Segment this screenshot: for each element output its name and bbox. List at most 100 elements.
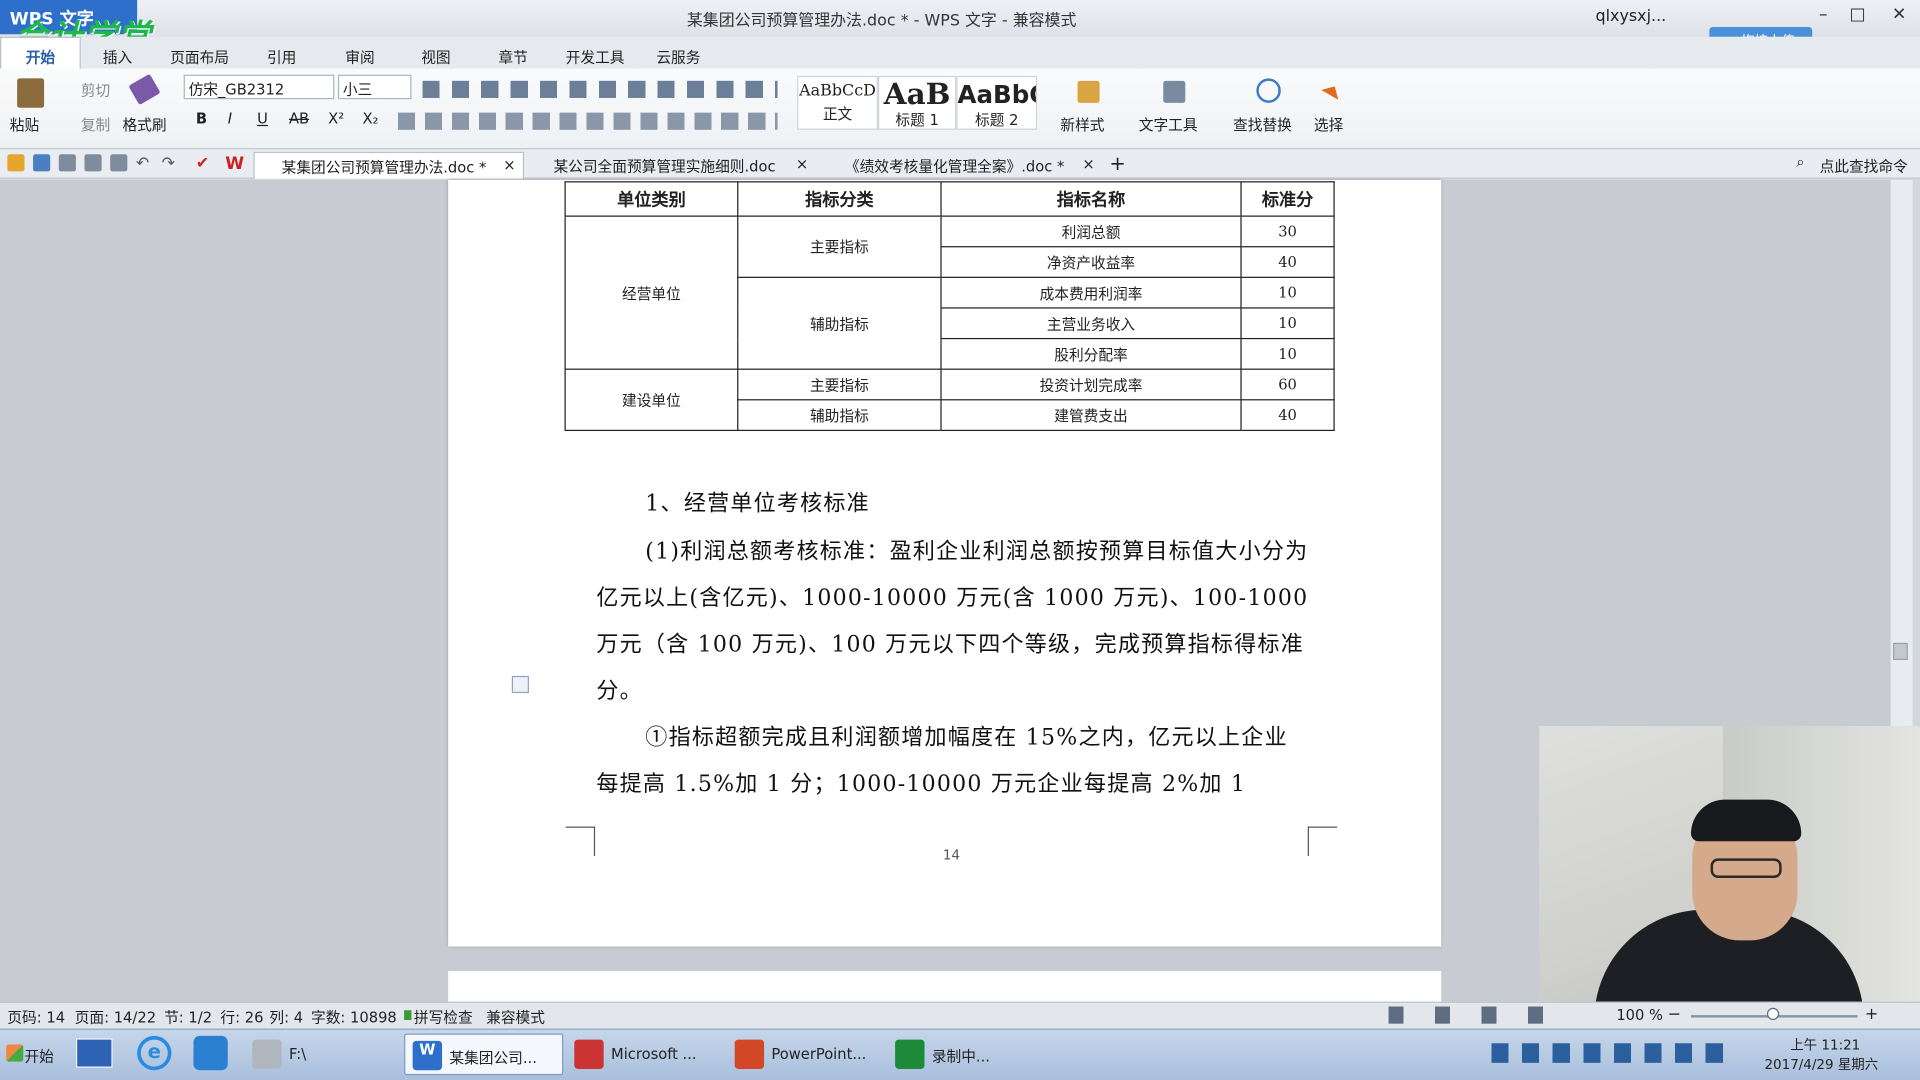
italic-button[interactable]: I <box>228 110 232 127</box>
close-tab-icon[interactable]: × <box>1082 156 1094 173</box>
open-icon[interactable] <box>7 154 25 172</box>
table-cell: 建设单位 <box>564 368 739 432</box>
zoom-out-icon[interactable]: − <box>1668 1005 1681 1023</box>
start-button[interactable]: 开始 <box>2 1033 58 1075</box>
text-tools-button[interactable]: 文字工具 <box>1139 114 1198 135</box>
redo-icon[interactable]: ↷ <box>162 154 179 172</box>
check-icon[interactable]: ✔ <box>196 154 213 172</box>
text-tools-icon[interactable] <box>1163 80 1186 103</box>
doc-tab-2[interactable]: 某公司全面预算管理实施细则.doc × <box>527 152 816 179</box>
recorder-icon <box>895 1039 925 1069</box>
doc-tab-1[interactable]: 某集团公司预算管理办法.doc * × <box>253 151 525 179</box>
doc-tab-3[interactable]: 《绩效考核量化管理全案》.doc * × <box>818 152 1102 179</box>
font-size-select[interactable]: 小三 <box>337 74 412 100</box>
drive-icon <box>252 1039 282 1069</box>
close-icon[interactable]: ✕ <box>1886 5 1913 29</box>
status-section: 节: 1/2 <box>164 1008 213 1027</box>
taskbar-explorer[interactable]: F:\ <box>245 1033 397 1075</box>
bold-button[interactable]: B <box>196 110 207 127</box>
undo-icon[interactable]: ↶ <box>136 154 153 172</box>
minimize-icon[interactable]: – <box>1810 5 1837 29</box>
table-cell: 投资计划完成率 <box>940 368 1242 401</box>
table-cell: 60 <box>1240 368 1335 401</box>
find-replace-icon[interactable] <box>1256 78 1281 103</box>
paragraph-tools-row-2[interactable] <box>397 112 778 130</box>
table-header: 指标名称 <box>940 181 1242 217</box>
export-icon[interactable] <box>58 154 76 172</box>
presenter-hair <box>1691 799 1802 842</box>
paragraph-tools-row-1[interactable] <box>422 80 778 98</box>
style-heading-1[interactable]: AaB 标题 1 <box>877 75 957 130</box>
tab-developer[interactable]: 开发工具 <box>566 47 625 68</box>
cloud-sync-icon[interactable] <box>193 1035 228 1071</box>
status-pages: 页面: 14/22 <box>74 1008 157 1027</box>
show-desktop-icon[interactable] <box>75 1038 113 1068</box>
clock-time: 上午 11:21 <box>1790 1037 1861 1054</box>
style-heading-2[interactable]: AaBbC 标题 2 <box>956 75 1038 130</box>
paste-button[interactable]: 粘贴 <box>10 114 39 135</box>
close-tab-icon[interactable]: × <box>503 157 515 174</box>
save-icon[interactable] <box>33 154 51 172</box>
status-column: 列: 4 <box>269 1008 304 1027</box>
print-icon[interactable] <box>84 154 102 172</box>
new-style-icon[interactable] <box>1077 80 1100 103</box>
doc-tab-1-label: 某集团公司预算管理办法.doc * <box>281 159 487 177</box>
tab-references[interactable]: 引用 <box>267 47 296 68</box>
tab-view[interactable]: 视图 <box>421 47 450 68</box>
user-account[interactable]: qlxysxj... <box>1596 7 1667 25</box>
table-row: 建设单位 主要指标 投资计划完成率 60 <box>564 368 1335 432</box>
internet-explorer-icon[interactable]: e <box>137 1035 172 1071</box>
cut-button[interactable]: 剪切 <box>81 80 110 101</box>
tab-chapter[interactable]: 章节 <box>498 47 527 68</box>
new-tab-icon[interactable]: + <box>1109 152 1125 175</box>
superscript-button[interactable]: X² <box>328 110 344 127</box>
view-mode-buttons[interactable] <box>1388 1006 1573 1024</box>
table-row: 经营单位 主要指标 利润总额 30 <box>564 215 1335 370</box>
format-painter-button[interactable]: 格式刷 <box>122 114 166 135</box>
paste-options-icon[interactable] <box>511 675 529 694</box>
table-cell: 30 <box>1240 215 1335 248</box>
taskbar-recorder[interactable]: 录制中... <box>888 1033 1045 1075</box>
select-button[interactable]: 选择 <box>1314 114 1343 135</box>
scrollbar-thumb[interactable] <box>1893 642 1908 661</box>
spell-check-button[interactable]: 拼写检查 <box>414 1007 473 1028</box>
subscript-button[interactable]: X₂ <box>362 110 378 127</box>
tab-insert[interactable]: 插入 <box>103 47 132 68</box>
strikethrough-button[interactable]: AB <box>289 110 309 127</box>
tab-cloud[interactable]: 云服务 <box>656 47 700 68</box>
taskbar-powerpoint[interactable]: PowerPoint... <box>727 1033 884 1075</box>
find-command-box[interactable]: 点此查找命令 <box>1820 156 1908 177</box>
presenter-glasses <box>1710 858 1782 878</box>
table-cell: 成本费用利润率 <box>940 276 1242 309</box>
powerpoint-icon <box>734 1039 765 1069</box>
print-preview-icon[interactable] <box>110 154 128 172</box>
underline-button[interactable]: U <box>257 110 268 127</box>
status-row: 行: 26 <box>220 1008 264 1027</box>
close-tab-icon[interactable]: × <box>796 156 808 173</box>
status-page-code: 页码: 14 <box>7 1008 66 1027</box>
copy-button[interactable]: 复制 <box>81 114 110 135</box>
table-cell: 10 <box>1240 307 1335 340</box>
doc-tab-2-label: 某公司全面预算管理实施细则.doc <box>553 157 776 176</box>
zoom-in-icon[interactable]: + <box>1865 1005 1878 1023</box>
system-tray-icons[interactable] <box>1491 1043 1737 1063</box>
wps-writer-icon: W <box>412 1040 443 1071</box>
tab-page-layout[interactable]: 页面布局 <box>170 47 229 68</box>
style-normal[interactable]: AaBbCcD 正文 <box>797 75 878 130</box>
wps-logo-icon: W <box>225 154 245 174</box>
tab-review[interactable]: 审阅 <box>345 47 374 68</box>
find-replace-button[interactable]: 查找替换 <box>1233 114 1292 135</box>
maximize-icon[interactable]: □ <box>1844 5 1871 29</box>
table-cell: 40 <box>1240 399 1335 432</box>
table-cell: 10 <box>1240 276 1335 309</box>
table-cell: 40 <box>1240 246 1335 278</box>
tab-home[interactable]: 开始 <box>0 36 81 69</box>
search-icon: ⌕ <box>1796 153 1805 171</box>
taskbar-wps-writer[interactable]: W 某集团公司... <box>404 1033 564 1076</box>
paragraph-bonus-rule: ①指标超额完成且利润额增加幅度在 15%之内，亿元以上企业每提高 1.5%加 1… <box>596 724 1288 798</box>
font-family-select[interactable]: 仿宋_GB2312 <box>183 74 335 100</box>
paste-icon[interactable] <box>17 78 45 108</box>
zoom-slider-thumb[interactable] <box>1766 1007 1780 1021</box>
new-style-button[interactable]: 新样式 <box>1060 114 1104 135</box>
taskbar-microsoft[interactable]: Microsoft ... <box>567 1033 724 1075</box>
